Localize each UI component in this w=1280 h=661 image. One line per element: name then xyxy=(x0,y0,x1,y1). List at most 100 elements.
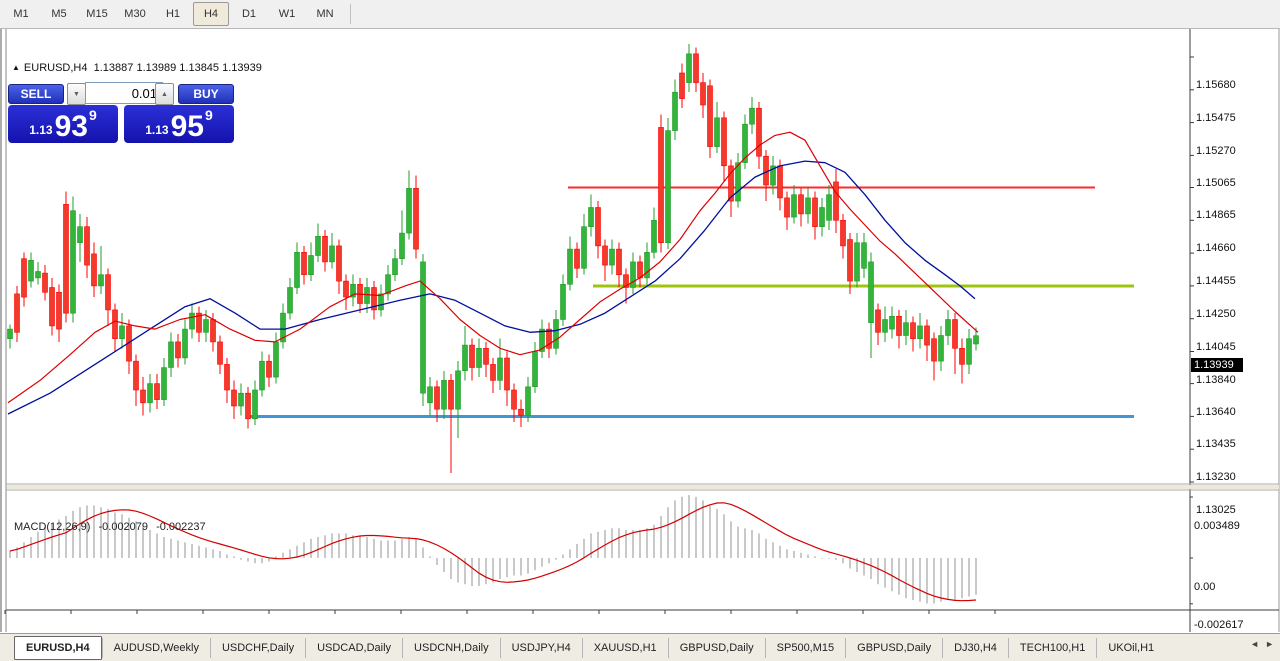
price-axis-label: 1.13025 xyxy=(1196,504,1236,516)
candle-body xyxy=(400,233,405,259)
candle-body xyxy=(512,390,517,409)
timeframe-button-d1[interactable]: D1 xyxy=(231,2,267,26)
candle-body xyxy=(407,188,412,233)
panel-splitter[interactable] xyxy=(7,485,1279,489)
macd-histogram-bar xyxy=(772,542,774,558)
macd-histogram-bar xyxy=(37,532,39,558)
chart-tab-ukoil-h1-12[interactable]: UKOil,H1 xyxy=(1096,638,1165,658)
candle-body xyxy=(239,393,244,406)
macd-histogram-bar xyxy=(198,546,200,558)
candle-body xyxy=(498,358,503,380)
timeframe-button-mn[interactable]: MN xyxy=(307,2,343,26)
candle-body xyxy=(442,380,447,409)
candle-body xyxy=(631,262,636,288)
timeframe-button-h1[interactable]: H1 xyxy=(155,2,191,26)
chart-tab-usdcad-daily-3[interactable]: USDCAD,Daily xyxy=(305,638,402,658)
price-axis-label: 1.14660 xyxy=(1196,242,1236,254)
macd-histogram-bar xyxy=(646,528,648,558)
candle-body xyxy=(715,118,720,147)
sell-button[interactable]: SELL xyxy=(8,84,64,104)
macd-histogram-bar xyxy=(800,553,802,558)
macd-histogram-bar xyxy=(765,539,767,558)
macd-histogram-bar xyxy=(513,558,515,576)
macd-histogram-bar xyxy=(275,556,277,558)
macd-histogram-bar xyxy=(163,537,165,558)
candle-body xyxy=(925,326,930,345)
candle-body xyxy=(666,131,671,243)
macd-histogram-bar xyxy=(72,511,74,558)
macd-name: MACD(12,26,9) xyxy=(14,521,90,533)
candle-body xyxy=(225,364,230,390)
sell-price-button[interactable]: 1.13 93 9 xyxy=(8,105,118,143)
macd-histogram-bar xyxy=(450,558,452,579)
candle-body xyxy=(169,342,174,368)
buy-price-main: 95 xyxy=(171,114,204,140)
macd-histogram-bar xyxy=(926,558,928,604)
candle-body xyxy=(568,249,573,284)
macd-histogram-bar xyxy=(30,537,32,558)
timeframe-button-w1[interactable]: W1 xyxy=(269,2,305,26)
timeframe-button-m15[interactable]: M15 xyxy=(79,2,115,26)
macd-histogram-bar xyxy=(919,558,921,602)
price-axis-label: 1.13840 xyxy=(1196,374,1236,386)
tab-scroll-left-button[interactable]: ◄ xyxy=(1250,639,1259,649)
macd-histogram-bar xyxy=(527,558,529,574)
macd-histogram-bar xyxy=(261,558,263,563)
candle-body xyxy=(470,345,475,367)
macd-histogram-bar xyxy=(744,528,746,558)
macd-histogram-bar xyxy=(345,534,347,559)
chart-tab-usdchf-daily-2[interactable]: USDCHF,Daily xyxy=(210,638,305,658)
candle-body xyxy=(246,393,251,419)
timeframe-button-m1[interactable]: M1 xyxy=(3,2,39,26)
candle-body xyxy=(554,320,559,349)
macd-histogram-bar xyxy=(842,558,844,563)
volume-input[interactable] xyxy=(85,82,163,104)
chart-tab-audusd-weekly-1[interactable]: AUDUSD,Weekly xyxy=(102,638,210,658)
chart-tab-gbpusd-daily-9[interactable]: GBPUSD,Daily xyxy=(845,638,942,658)
candle-body xyxy=(694,54,699,83)
macd-histogram-bar xyxy=(618,528,620,558)
chart-tab-sp500-m15-8[interactable]: SP500,M15 xyxy=(765,638,845,658)
candle-body xyxy=(932,339,937,361)
macd-signal-value: -0.002237 xyxy=(156,521,206,533)
macd-histogram-bar xyxy=(422,548,424,559)
macd-histogram-bar xyxy=(492,558,494,583)
candle-body xyxy=(918,326,923,339)
toolbar-separator xyxy=(350,4,351,24)
ohlc-open: 1.13887 xyxy=(94,62,134,74)
chart-tab-eurusd-h4[interactable]: EURUSD,H4 xyxy=(14,636,102,660)
timeframe-button-m5[interactable]: M5 xyxy=(41,2,77,26)
buy-button[interactable]: BUY xyxy=(178,84,234,104)
candle-body xyxy=(596,208,601,246)
macd-histogram-bar xyxy=(737,527,739,559)
chart-tab-usdcnh-daily-4[interactable]: USDCNH,Daily xyxy=(402,638,500,658)
macd-histogram-bar xyxy=(149,530,151,558)
chart-tab-xauusd-h1-6[interactable]: XAUUSD,H1 xyxy=(582,638,668,658)
buy-price-button[interactable]: 1.13 95 9 xyxy=(124,105,234,143)
chart-tab-gbpusd-daily-7[interactable]: GBPUSD,Daily xyxy=(668,638,765,658)
macd-histogram-bar xyxy=(667,507,669,558)
chart-tab-usdjpy-h4-5[interactable]: USDJPY,H4 xyxy=(500,638,582,658)
timeframe-button-m30[interactable]: M30 xyxy=(117,2,153,26)
candle-body xyxy=(827,195,832,221)
candle-body xyxy=(449,380,454,409)
chart-tab-tech100-h1-11[interactable]: TECH100,H1 xyxy=(1008,638,1096,658)
candle-body xyxy=(610,249,615,265)
candle-body xyxy=(680,73,685,99)
volume-increase-button[interactable]: ▲ xyxy=(155,83,174,105)
candle-body xyxy=(57,292,62,329)
candle-body xyxy=(92,254,97,286)
macd-histogram-bar xyxy=(415,539,417,558)
candle-body xyxy=(911,323,916,339)
candle-body xyxy=(477,348,482,367)
timeframe-button-h4[interactable]: H4 xyxy=(193,2,229,26)
volume-decrease-button[interactable]: ▼ xyxy=(67,83,86,105)
mt4-terminal-window: M1M5M15M30H1H4D1W1MN ▲EURUSD,H4 1.13887 … xyxy=(0,0,1280,661)
macd-histogram-bar xyxy=(240,558,242,560)
candle-body xyxy=(295,252,300,287)
tab-scroll-right-button[interactable]: ► xyxy=(1265,639,1274,649)
candle-body xyxy=(519,409,524,415)
ohlc-close: 1.13939 xyxy=(222,62,262,74)
chart-tab-dj30-h4-10[interactable]: DJ30,H4 xyxy=(942,638,1008,658)
candle-body xyxy=(750,108,755,124)
